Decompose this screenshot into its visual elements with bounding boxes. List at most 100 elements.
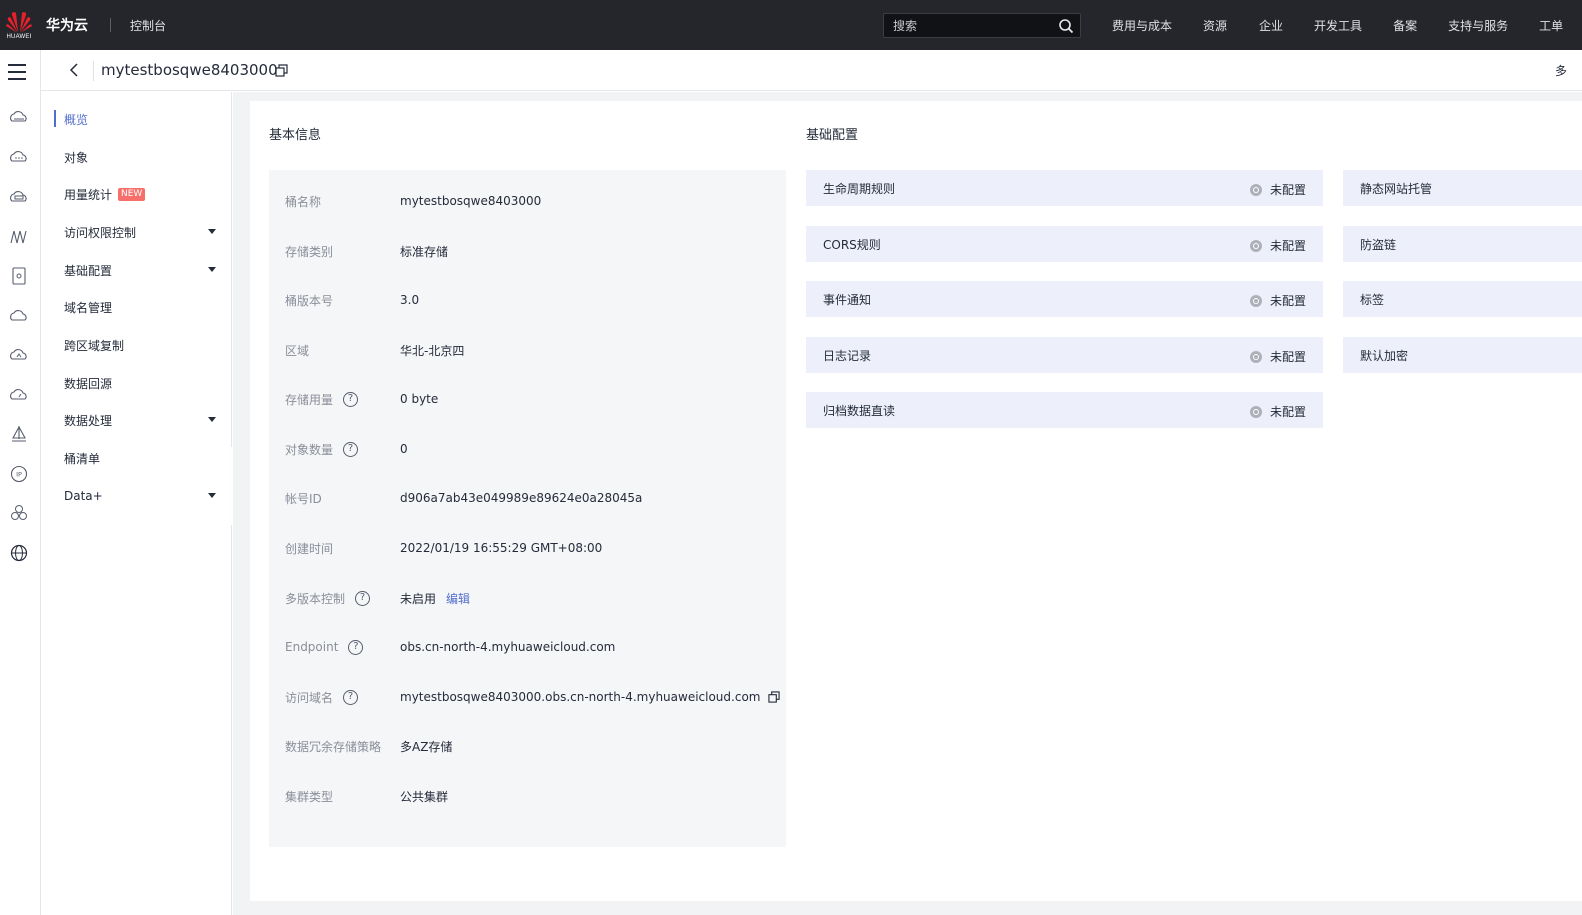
info-label-text: 访问域名	[285, 690, 334, 705]
sidebar-item-data-processing[interactable]: 数据处理	[42, 401, 232, 439]
globe-icon[interactable]	[9, 543, 29, 563]
menu-icon[interactable]	[8, 64, 26, 80]
sidebar-item-label: 数据回源	[64, 376, 113, 391]
config-cors[interactable]: CORS规则 未配置	[806, 226, 1323, 262]
sidebar-item-objects[interactable]: 对象	[42, 138, 232, 176]
help-icon[interactable]: ?	[355, 590, 371, 606]
doc-icon[interactable]	[9, 266, 29, 286]
info-label: 桶名称	[285, 194, 322, 209]
info-label: 访问域名?	[285, 689, 359, 706]
info-row-storage-class: 存储类别 标准存储	[269, 241, 786, 261]
info-value: 2022/01/19 16:55:29 GMT+08:00	[400, 541, 603, 555]
access-domain-text: mytestbosqwe8403000.obs.cn-north-4.myhua…	[400, 690, 761, 704]
nav-cost[interactable]: 费用与成本	[1112, 17, 1172, 34]
config-lifecycle[interactable]: 生命周期规则 未配置	[806, 170, 1323, 206]
cloud-gauge-icon[interactable]	[9, 385, 29, 405]
signal-icon[interactable]	[9, 227, 29, 247]
help-icon[interactable]: ?	[343, 441, 359, 457]
config-label: 防盗链	[1360, 237, 1397, 252]
nav-tickets[interactable]: 工单	[1539, 17, 1563, 34]
site-name[interactable]: 华为云	[46, 15, 88, 35]
sidebar-item-data-plus[interactable]: Data+	[42, 477, 232, 515]
sidebar-item-cross-region[interactable]: 跨区域复制	[42, 326, 232, 364]
config-archive-direct-read[interactable]: 归档数据直读 未配置	[806, 392, 1323, 428]
sidebar-item-access-control[interactable]: 访问权限控制	[42, 213, 232, 251]
versioning-status: 未启用	[400, 591, 437, 606]
status-dot-icon	[1249, 405, 1262, 418]
info-row-redundancy: 数据冗余存储策略 多AZ存储	[269, 736, 786, 756]
info-label: 帐号ID	[285, 491, 322, 506]
sidebar-item-label: 概览	[64, 112, 89, 127]
config-hotlink-protection[interactable]: 防盗链	[1343, 226, 1582, 262]
help-icon[interactable]: ?	[343, 689, 359, 705]
config-tags[interactable]: 标签	[1343, 281, 1582, 317]
info-value: 未启用 编辑	[400, 590, 470, 607]
info-label: 多版本控制?	[285, 590, 371, 607]
info-label-text: 多版本控制	[285, 591, 346, 606]
sidebar-item-back-to-source[interactable]: 数据回源	[42, 364, 232, 402]
cloud-icon[interactable]	[9, 306, 29, 326]
cluster-icon[interactable]	[9, 503, 29, 523]
console-link[interactable]: 控制台	[130, 17, 166, 34]
config-event-notification[interactable]: 事件通知 未配置	[806, 281, 1323, 317]
status-text: 未配置	[1269, 350, 1306, 364]
info-row-created-time: 创建时间 2022/01/19 16:55:29 GMT+08:00	[269, 538, 786, 558]
copy-icon[interactable]	[768, 691, 781, 703]
config-label: 标签	[1360, 292, 1385, 307]
sailboat-icon[interactable]	[9, 424, 29, 444]
nav-support[interactable]: 支持与服务	[1448, 17, 1508, 34]
header-divider	[93, 61, 94, 81]
config-logging[interactable]: 日志记录 未配置	[806, 337, 1323, 373]
cloud-disk-icon[interactable]	[9, 187, 29, 207]
cloud-drive-icon[interactable]	[9, 108, 29, 128]
config-default-encryption[interactable]: 默认加密	[1343, 337, 1582, 373]
sidebar-item-basic-config[interactable]: 基础配置	[42, 251, 232, 289]
search-icon[interactable]	[1058, 18, 1074, 34]
top-divider	[110, 18, 111, 32]
sidebar-item-label: 桶清单	[64, 451, 101, 466]
info-label: 数据冗余存储策略	[285, 739, 382, 754]
huawei-logo[interactable]: HUAWEI	[1, 0, 37, 50]
basic-info-panel: 桶名称 mytestbosqwe8403000 存储类别 标准存储 桶版本号 3…	[269, 170, 786, 847]
info-row-bucket-name: 桶名称 mytestbosqwe8403000	[269, 191, 786, 211]
info-label: 存储用量?	[285, 391, 359, 408]
back-arrow-icon[interactable]	[69, 63, 81, 77]
status-text: 未配置	[1269, 294, 1306, 308]
nav-icp[interactable]: 备案	[1393, 17, 1417, 34]
config-status: 未配置	[1249, 181, 1306, 198]
search-input[interactable]: 搜索	[883, 13, 1081, 38]
sidebar-item-inventory[interactable]: 桶清单	[42, 439, 232, 477]
sidebar-item-overview[interactable]: 概览	[42, 100, 232, 138]
info-row-bucket-version: 桶版本号 3.0	[269, 290, 786, 310]
config-static-website[interactable]: 静态网站托管	[1343, 170, 1582, 206]
cloud-arrow-icon[interactable]	[9, 345, 29, 365]
info-value: mytestbosqwe8403000.obs.cn-north-4.myhua…	[400, 690, 781, 704]
header-more[interactable]: 多	[1555, 62, 1567, 79]
sidebar-item-domains[interactable]: 域名管理	[42, 288, 232, 326]
info-value: obs.cn-north-4.myhuaweicloud.com	[400, 640, 616, 654]
info-value: 公共集群	[400, 789, 449, 804]
ip-icon[interactable]: IP	[9, 464, 29, 484]
info-row-storage-usage: 存储用量? 0 byte	[269, 389, 786, 409]
config-label: 事件通知	[823, 292, 872, 307]
basic-info-title: 基本信息	[269, 128, 322, 143]
nav-resources[interactable]: 资源	[1203, 17, 1227, 34]
top-bar: HUAWEI 华为云 控制台 搜索 费用与成本 资源 企业 开发工具 备案 支持…	[0, 0, 1582, 50]
help-icon[interactable]: ?	[348, 639, 364, 655]
edit-versioning-link[interactable]: 编辑	[446, 590, 470, 607]
help-icon[interactable]: ?	[343, 391, 359, 407]
copy-icon[interactable]	[275, 64, 288, 77]
config-status: 未配置	[1249, 237, 1306, 254]
nav-enterprise[interactable]: 企业	[1259, 17, 1283, 34]
top-nav: 费用与成本 资源 企业 开发工具 备案 支持与服务 工单	[1112, 0, 1563, 50]
info-value: 多AZ存储	[400, 739, 453, 754]
info-label: 桶版本号	[285, 293, 334, 308]
nav-dev-tools[interactable]: 开发工具	[1314, 17, 1362, 34]
page-title: mytestbosqwe8403000	[101, 61, 278, 79]
huawei-logo-icon	[6, 11, 32, 32]
cloud-dots-icon[interactable]	[9, 147, 29, 167]
sidebar-item-label: 域名管理	[64, 300, 113, 315]
sidebar-item-usage[interactable]: 用量统计 NEW	[42, 175, 232, 213]
info-value: 0	[400, 442, 408, 456]
caret-down-icon	[208, 267, 216, 272]
